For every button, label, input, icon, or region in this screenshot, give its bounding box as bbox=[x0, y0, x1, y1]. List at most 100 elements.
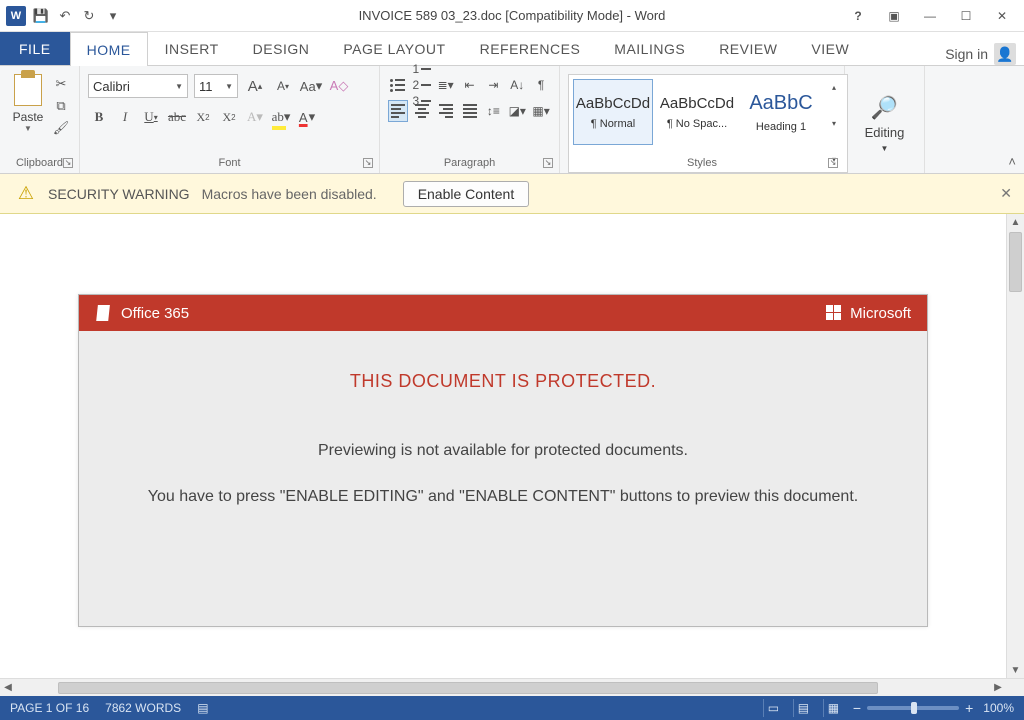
superscript-button[interactable]: X2 bbox=[218, 106, 240, 128]
tab-design[interactable]: DESIGN bbox=[236, 31, 327, 65]
bold-button[interactable]: B bbox=[88, 106, 110, 128]
scrollbar-thumb[interactable] bbox=[1009, 232, 1022, 292]
bullets-icon[interactable] bbox=[388, 74, 408, 96]
sort-icon[interactable]: A↓ bbox=[507, 74, 527, 96]
tab-mailings[interactable]: MAILINGS bbox=[597, 31, 702, 65]
spellcheck-icon[interactable]: ▤ bbox=[197, 701, 208, 715]
web-layout-icon[interactable]: ▦ bbox=[823, 699, 843, 717]
horizontal-scrollbar[interactable]: ◀ ▶ bbox=[0, 678, 1024, 696]
show-hide-icon[interactable]: ¶ bbox=[531, 74, 551, 96]
styles-launcher-icon[interactable]: ↘ bbox=[828, 158, 838, 168]
tab-references[interactable]: REFERENCES bbox=[463, 31, 598, 65]
group-label-paragraph: Paragraph bbox=[380, 157, 559, 169]
tab-view[interactable]: VIEW bbox=[794, 31, 866, 65]
subscript-button[interactable]: X2 bbox=[192, 106, 214, 128]
editing-button[interactable]: 🔎 Editing ▼ bbox=[865, 95, 905, 153]
text-effects-icon[interactable]: A▾ bbox=[244, 106, 266, 128]
line-spacing-icon[interactable]: ↕≡ bbox=[484, 100, 504, 122]
vertical-scrollbar[interactable]: ▲ ▼ bbox=[1006, 214, 1024, 678]
shading-icon[interactable]: ◪▾ bbox=[507, 100, 527, 122]
change-case-icon[interactable]: Aa▾ bbox=[300, 75, 322, 97]
status-page[interactable]: PAGE 1 OF 16 bbox=[10, 701, 89, 715]
save-icon[interactable]: 💾 bbox=[32, 7, 50, 25]
zoom-track[interactable] bbox=[867, 706, 959, 710]
clear-formatting-icon[interactable]: A◇ bbox=[328, 75, 350, 97]
style-heading1[interactable]: AaBbC Heading 1 bbox=[741, 79, 821, 145]
font-launcher-icon[interactable]: ↘ bbox=[363, 158, 373, 168]
status-words[interactable]: 7862 WORDS bbox=[105, 701, 181, 715]
zoom-in-icon[interactable]: + bbox=[965, 700, 973, 716]
font-size-combo[interactable]: 11 ▼ bbox=[194, 74, 238, 98]
paste-button[interactable]: Paste ▼ bbox=[8, 70, 48, 148]
zoom-thumb[interactable] bbox=[911, 702, 917, 714]
tab-review[interactable]: REVIEW bbox=[702, 31, 794, 65]
collapse-ribbon-icon[interactable]: ˄ bbox=[1008, 154, 1016, 169]
maximize-icon[interactable]: ☐ bbox=[952, 4, 980, 28]
window-controls: ? ▣ — ☐ ✕ bbox=[844, 4, 1024, 28]
tab-file[interactable]: FILE bbox=[0, 31, 70, 65]
minimize-icon[interactable]: — bbox=[916, 4, 944, 28]
zoom-level[interactable]: 100% bbox=[983, 701, 1014, 715]
style-normal[interactable]: AaBbCcDd ¶ Normal bbox=[573, 79, 653, 145]
scroll-down-icon[interactable]: ▼ bbox=[1007, 662, 1024, 678]
zoom-slider[interactable]: − + bbox=[853, 700, 973, 716]
print-layout-icon[interactable]: ▤ bbox=[793, 699, 813, 717]
help-icon[interactable]: ? bbox=[844, 4, 872, 28]
zoom-out-icon[interactable]: − bbox=[853, 700, 861, 716]
copy-icon[interactable]: ⧉ bbox=[52, 98, 70, 114]
clipboard-launcher-icon[interactable]: ↘ bbox=[63, 158, 73, 168]
group-label-styles: Styles bbox=[560, 157, 844, 169]
highlight-color-icon[interactable]: ab▾ bbox=[270, 106, 292, 128]
document-banner: Office 365 Microsoft bbox=[79, 295, 927, 331]
multilevel-list-icon[interactable]: ≣▾ bbox=[436, 74, 456, 96]
grow-font-icon[interactable]: A▴ bbox=[244, 75, 266, 97]
document-line2: You have to press "ENABLE EDITING" and "… bbox=[109, 488, 897, 506]
format-painter-icon[interactable]: 🖌 bbox=[52, 120, 70, 136]
scroll-left-icon[interactable]: ◀ bbox=[0, 682, 16, 693]
shield-warning-icon: ⚠ bbox=[16, 184, 36, 204]
document-canvas[interactable]: Office 365 Microsoft THIS DOCUMENT IS PR… bbox=[0, 214, 1006, 678]
styles-more-icon[interactable]: ▴▾▾ bbox=[825, 79, 843, 168]
underline-button[interactable]: U▾ bbox=[140, 106, 162, 128]
h-scroll-track[interactable] bbox=[18, 682, 988, 694]
borders-icon[interactable]: ▦▾ bbox=[531, 100, 551, 122]
scroll-up-icon[interactable]: ▲ bbox=[1007, 214, 1024, 230]
font-color-icon[interactable]: A▾ bbox=[296, 106, 318, 128]
strikethrough-button[interactable]: abc bbox=[166, 106, 188, 128]
increase-indent-icon[interactable]: ⇥ bbox=[483, 74, 503, 96]
quick-access-toolbar: 💾 ↶ ↻ ▾ bbox=[32, 7, 122, 25]
decrease-indent-icon[interactable]: ⇤ bbox=[460, 74, 480, 96]
security-warning-title: SECURITY WARNING bbox=[48, 186, 190, 202]
close-warning-icon[interactable]: ✕ bbox=[1000, 185, 1012, 202]
paragraph-launcher-icon[interactable]: ↘ bbox=[543, 158, 553, 168]
italic-button[interactable]: I bbox=[114, 106, 136, 128]
enable-content-button[interactable]: Enable Content bbox=[403, 181, 530, 207]
scrollbar-thumb[interactable] bbox=[58, 682, 878, 694]
read-mode-icon[interactable]: ▭ bbox=[763, 699, 783, 717]
tab-home[interactable]: HOME bbox=[70, 32, 148, 66]
group-clipboard: Paste ▼ ✂ ⧉ 🖌 Clipboard ↘ bbox=[0, 66, 80, 173]
group-font: Calibri ▼ 11 ▼ A▴ A▾ Aa▾ A◇ B I U▾ abc X… bbox=[80, 66, 380, 173]
qat-customize-icon[interactable]: ▾ bbox=[104, 7, 122, 25]
style-no-spacing[interactable]: AaBbCcDd ¶ No Spac... bbox=[657, 79, 737, 145]
undo-icon[interactable]: ↶ bbox=[56, 7, 74, 25]
tab-insert[interactable]: INSERT bbox=[148, 31, 236, 65]
paste-label: Paste bbox=[13, 110, 44, 124]
tab-page-layout[interactable]: PAGE LAYOUT bbox=[326, 31, 462, 65]
align-right-icon[interactable] bbox=[436, 100, 456, 122]
sign-in[interactable]: Sign in 👤 bbox=[937, 43, 1024, 65]
numbering-icon[interactable]: 123 bbox=[412, 74, 432, 96]
scroll-right-icon[interactable]: ▶ bbox=[990, 682, 1006, 693]
align-center-icon[interactable] bbox=[412, 100, 432, 122]
banner-right-text: Microsoft bbox=[850, 305, 911, 322]
redo-icon[interactable]: ↻ bbox=[80, 7, 98, 25]
justify-icon[interactable] bbox=[460, 100, 480, 122]
ribbon-display-icon[interactable]: ▣ bbox=[880, 4, 908, 28]
microsoft-icon bbox=[826, 305, 842, 321]
align-left-icon[interactable] bbox=[388, 100, 408, 122]
cut-icon[interactable]: ✂ bbox=[52, 76, 70, 92]
close-icon[interactable]: ✕ bbox=[988, 4, 1016, 28]
chevron-down-icon: ▼ bbox=[24, 124, 32, 133]
font-name-combo[interactable]: Calibri ▼ bbox=[88, 74, 188, 98]
shrink-font-icon[interactable]: A▾ bbox=[272, 75, 294, 97]
